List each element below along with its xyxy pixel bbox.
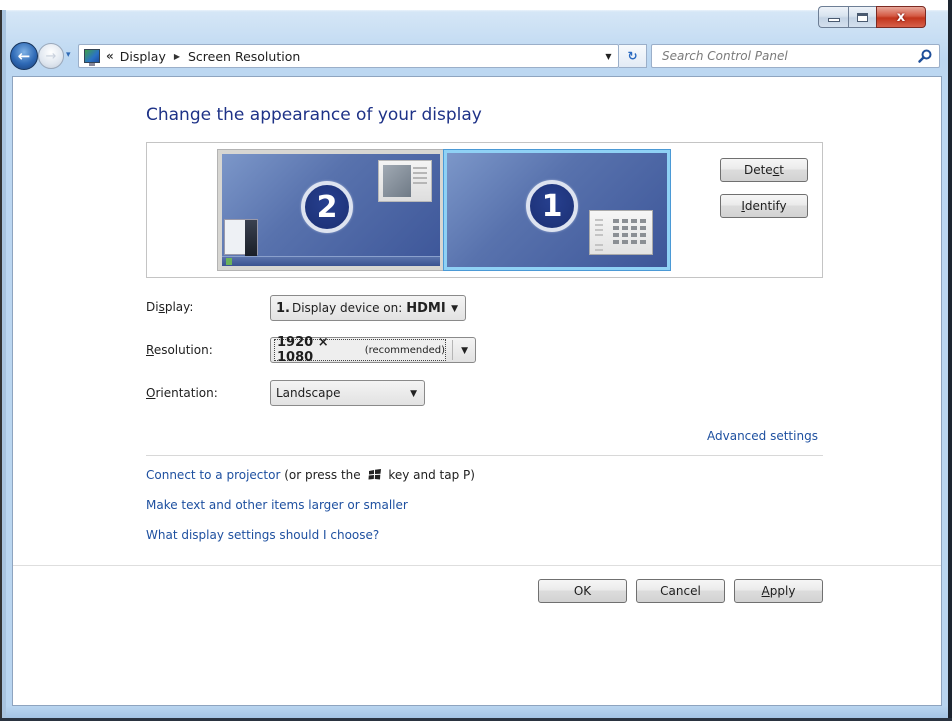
text-size-line: Make text and other items larger or smal… — [146, 498, 408, 512]
monitor-1[interactable]: 1 — [443, 149, 671, 271]
chevron-down-icon: ▾ — [66, 50, 71, 60]
advanced-settings-link[interactable]: Advanced settings — [707, 429, 818, 443]
breadcrumb-display[interactable]: Display — [120, 49, 166, 64]
maximize-icon — [857, 12, 868, 22]
address-history-dropdown[interactable]: ▼ — [598, 45, 618, 67]
display-label: Display: — [146, 300, 194, 314]
caption-buttons: x — [818, 6, 926, 28]
top-strip — [0, 0, 952, 10]
separator — [146, 455, 823, 456]
resolution-note: (recommended) — [364, 344, 445, 356]
help-line: What display settings should I choose? — [146, 528, 379, 542]
breadcrumb-separator-icon[interactable]: ▶ — [174, 52, 180, 61]
forward-arrow-icon: → — [45, 48, 57, 64]
dropdown-arrow-icon: ▼ — [451, 304, 458, 314]
display-port: HDMI — [406, 300, 446, 316]
monitor-number-badge: 1 — [526, 180, 578, 232]
monitor-2[interactable]: 2 — [217, 149, 445, 271]
orientation-label: Orientation: — [146, 386, 218, 400]
identify-label-post: dentify — [744, 199, 787, 213]
dropdown-arrow-icon: ▼ — [605, 51, 612, 61]
forward-button[interactable]: → — [38, 43, 64, 69]
resolution-select[interactable]: 1920 × 1080 (recommended) ▼ — [270, 335, 476, 365]
close-button[interactable]: x — [876, 6, 926, 28]
breadcrumb-screen-resolution[interactable]: Screen Resolution — [188, 49, 300, 64]
search-icon[interactable] — [917, 48, 933, 64]
address-bar[interactable]: « Display ▶ Screen Resolution ▼ — [78, 44, 619, 68]
text-size-link[interactable]: Make text and other items larger or smal… — [146, 498, 408, 512]
search-box[interactable] — [651, 44, 940, 68]
monitor-arrangement-panel: 2 1 Dete c t I dentify — [146, 142, 823, 278]
connect-projector-link[interactable]: Connect to a projector — [146, 468, 280, 482]
refresh-icon: ↻ — [627, 49, 638, 63]
display-device-text: Display device on: — [291, 301, 403, 315]
window-thumbnail-icon — [378, 160, 432, 202]
projector-hint-post: key and tap P) — [388, 468, 475, 482]
dropdown-arrow-icon: ▼ — [461, 346, 468, 356]
projector-hint-pre: (or press the — [284, 468, 361, 482]
apply-button[interactable]: Apply — [734, 579, 823, 603]
windows-key-icon — [368, 469, 381, 480]
footer-separator — [13, 565, 941, 566]
search-input[interactable] — [652, 45, 907, 67]
calculator-thumbnail-icon — [589, 210, 653, 255]
display-number: 1. — [276, 300, 290, 316]
identify-button[interactable]: Identify — [720, 194, 808, 218]
orientation-select[interactable]: Landscape ▼ — [270, 380, 425, 406]
maximize-button[interactable] — [848, 6, 876, 28]
detect-label-pre: Dete — [743, 163, 773, 177]
recent-pages-button[interactable]: ▾ — [66, 50, 76, 62]
display-help-link[interactable]: What display settings should I choose? — [146, 528, 379, 542]
back-button[interactable]: ← — [10, 42, 38, 70]
resolution-value: 1920 × 1080 (recommended) — [274, 335, 446, 365]
dropdown-arrow-icon: ▼ — [410, 389, 417, 399]
projector-line: Connect to a projector (or press the key… — [146, 468, 475, 482]
cancel-button[interactable]: Cancel — [636, 579, 725, 603]
window-right-edge — [948, 0, 952, 721]
monitor-number-badge: 2 — [301, 181, 353, 233]
navigation-bar: ← → ▾ « Display ▶ Screen Resolution ▼ ↻ — [8, 40, 946, 74]
content-area: Change the appearance of your display 2 … — [12, 76, 942, 706]
close-icon: x — [896, 9, 906, 25]
back-arrow-icon: ← — [17, 46, 31, 65]
display-select[interactable]: 1. Display device on: HDMI ▼ — [270, 295, 466, 321]
detect-button[interactable]: Dete c t — [720, 158, 808, 182]
minimize-button[interactable] — [818, 6, 848, 28]
ok-button[interactable]: OK — [538, 579, 627, 603]
detect-label-post: t — [779, 163, 785, 177]
page-title: Change the appearance of your display — [146, 105, 482, 125]
resolution-dimensions: 1920 × 1080 — [277, 335, 329, 365]
orientation-value: Landscape — [276, 386, 341, 400]
refresh-button[interactable]: ↻ — [619, 44, 647, 68]
apply-label-rest: pply — [769, 584, 796, 598]
minimize-icon — [827, 17, 840, 22]
taskbar-thumbnail — [222, 256, 440, 266]
detect-label-accel: c — [772, 163, 780, 177]
display-control-panel-icon — [84, 49, 100, 66]
apply-label-accel: A — [761, 584, 770, 598]
start-menu-thumbnail-icon — [224, 219, 258, 256]
resolution-label: Resolution: — [146, 343, 213, 357]
overflow-chevron-icon[interactable]: « — [106, 49, 114, 63]
